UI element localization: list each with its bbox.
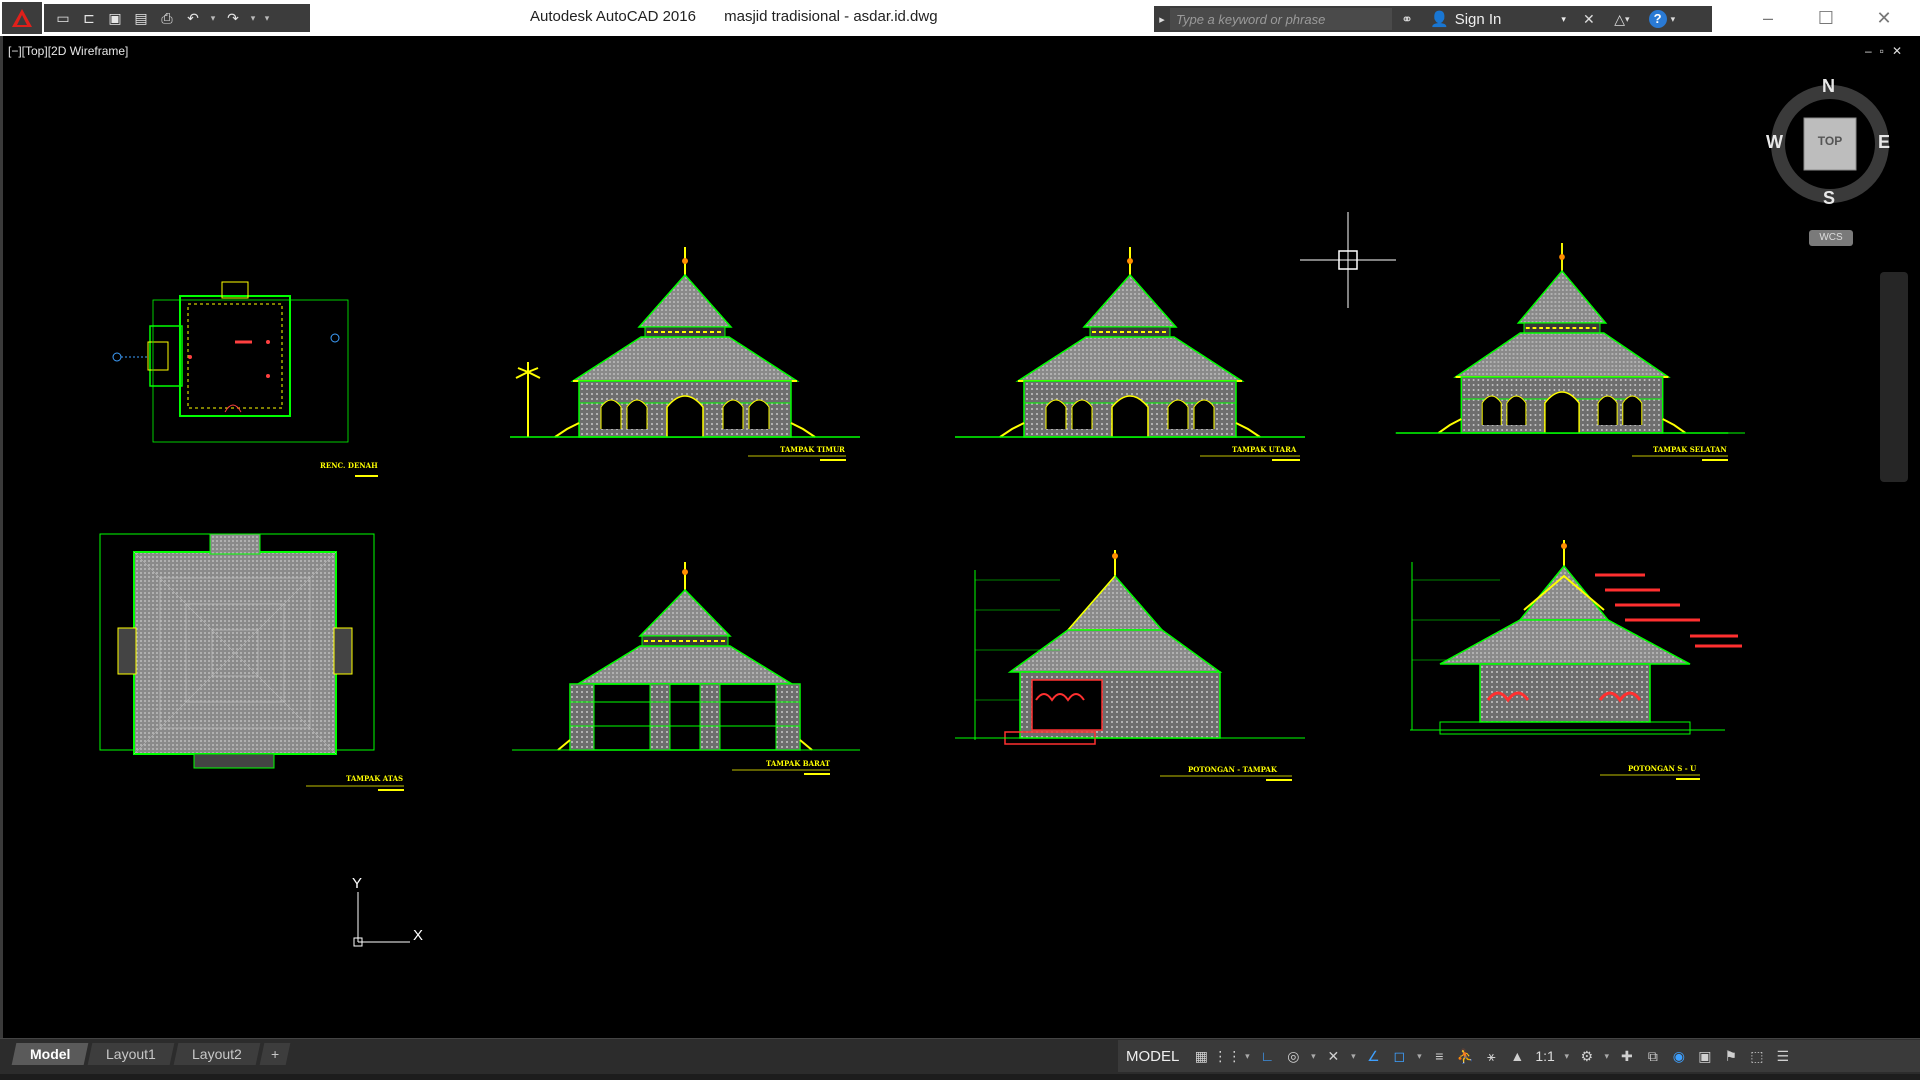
customize-qat-icon[interactable]: ▾ (262, 13, 272, 24)
navigation-bar[interactable] (1880, 272, 1908, 482)
help-icon: ? (1648, 10, 1667, 28)
status-toolbar: MODEL ▦ ⋮⋮ ▾ ∟ ◎ ▾ ✕ ▾ ∠ ◻ ▾ ≡ ⛹ ⚹ ▲ 1:1… (1118, 1040, 1920, 1072)
minimize-button[interactable]: – (1746, 6, 1790, 30)
ucs-x-label: X (413, 927, 423, 944)
annotation-monitor-icon[interactable]: ✚ (1615, 1043, 1639, 1069)
redo-icon[interactable]: ↷ (222, 7, 244, 29)
new-icon[interactable]: ▭ (52, 7, 74, 29)
lineweight-icon[interactable]: ≡ (1427, 1043, 1451, 1069)
roof-plan[interactable]: TAMPAK ATAS (99, 533, 404, 791)
expand-search-icon[interactable]: ▸ (1154, 13, 1170, 26)
tab-layout1[interactable]: Layout1 (88, 1043, 175, 1065)
floor-plan[interactable]: RENC. DENAH (112, 281, 378, 477)
search-input[interactable] (1170, 8, 1392, 30)
section-elevation[interactable]: POTONGAN - TAMPAK (955, 550, 1305, 781)
window-title: Autodesk AutoCAD 2016 masjid tradisional… (530, 8, 962, 25)
label-south[interactable]: TAMPAK SELATAN (1653, 445, 1727, 454)
west-elevation[interactable]: TAMPAK BARAT (512, 562, 860, 775)
workspace-dropdown-icon[interactable]: ▾ (1601, 1051, 1613, 1062)
label-section2[interactable]: POTONGAN S - U (1628, 764, 1696, 773)
viewcube[interactable]: N S E W TOP (1766, 76, 1892, 209)
viewcube-west[interactable]: W (1766, 132, 1783, 153)
save-as-icon[interactable]: ▤ (130, 7, 152, 29)
open-icon[interactable]: ⊏ (78, 7, 100, 29)
label-plan[interactable]: RENC. DENAH (320, 461, 378, 470)
taskbar-strip (0, 1074, 1920, 1080)
model-space-button[interactable]: MODEL (1118, 1048, 1187, 1065)
undo-icon[interactable]: ↶ (182, 7, 204, 29)
viewcube-face-top[interactable]: TOP (1804, 134, 1856, 148)
autocad-logo-icon (12, 9, 32, 27)
label-west[interactable]: TAMPAK BARAT (766, 759, 831, 768)
crosshair-cursor (1300, 212, 1396, 308)
app-name: Autodesk AutoCAD 2016 (530, 8, 696, 25)
object-snap-dropdown-icon[interactable]: ▾ (1413, 1051, 1425, 1062)
tab-model[interactable]: Model (11, 1043, 89, 1065)
ucs-icon: Y X (352, 875, 423, 947)
osnap-tracking-dropdown-icon[interactable]: ▾ (1347, 1051, 1359, 1062)
quick-access-toolbar: ▭ ⊏ ▣ ▤ ⎙ ↶ ▾ ↷ ▾ ▾ (44, 4, 310, 32)
tab-layout2[interactable]: Layout2 (173, 1043, 261, 1065)
units-icon[interactable]: ⧉ (1641, 1043, 1665, 1069)
south-elevation[interactable]: TAMPAK SELATAN (1394, 242, 1745, 461)
redo-dropdown-icon[interactable]: ▾ (248, 13, 258, 24)
plot-icon[interactable]: ⎙ (156, 7, 178, 29)
customization-menu-icon[interactable]: ☰ (1771, 1043, 1795, 1069)
graphics-performance-icon[interactable]: ⚑ (1719, 1043, 1743, 1069)
viewcube-east[interactable]: E (1878, 132, 1890, 153)
application-menu-button[interactable] (2, 2, 42, 34)
polar-tracking-icon[interactable]: ◎ (1281, 1043, 1305, 1069)
add-layout-button[interactable]: + (259, 1043, 291, 1065)
undo-dropdown-icon[interactable]: ▾ (208, 13, 218, 24)
cad-drawing[interactable]: RENC. DENAH TAMPAK TIMUR TAMPAK UTARA TA… (0, 36, 1920, 1038)
annotation-visibility-icon[interactable]: ⛹ (1453, 1043, 1477, 1069)
label-north[interactable]: TAMPAK UTARA (1232, 445, 1297, 454)
layout-tabs: Model Layout1 Layout2 + (11, 1043, 291, 1065)
snap-icon[interactable]: ⋮⋮ (1213, 1043, 1241, 1069)
auto-scale-icon[interactable]: ⚹ (1479, 1043, 1503, 1069)
connect-icon[interactable]: △ ▾ (1604, 7, 1640, 31)
clean-screen-icon[interactable]: ⬚ (1745, 1043, 1769, 1069)
object-snap-icon[interactable]: ◻ (1387, 1043, 1411, 1069)
snap-dropdown-icon[interactable]: ▾ (1241, 1051, 1253, 1062)
east-elevation[interactable]: TAMPAK TIMUR (509, 246, 861, 461)
label-east[interactable]: TAMPAK TIMUR (780, 445, 845, 454)
label-section1[interactable]: POTONGAN - TAMPAK (1188, 765, 1278, 774)
section-s-u[interactable]: POTONGAN S - U (1410, 540, 1742, 780)
isodraft-icon[interactable]: ∠ (1361, 1043, 1385, 1069)
ortho-icon[interactable]: ∟ (1255, 1043, 1279, 1069)
exchange-icon[interactable]: ✕ (1574, 7, 1604, 31)
annotation-scale-icon[interactable]: ▲ (1505, 1043, 1529, 1069)
title-bar: ▭ ⊏ ▣ ▤ ⎙ ↶ ▾ ↷ ▾ ▾ Autodesk AutoCAD 201… (0, 0, 1920, 37)
ucs-y-label: Y (352, 875, 362, 892)
help-button[interactable]: ? ▾ (1640, 7, 1684, 31)
user-icon: 👤 (1430, 11, 1449, 28)
isolate-objects-icon[interactable]: ▣ (1693, 1043, 1717, 1069)
north-elevation[interactable]: TAMPAK UTARA (954, 246, 1306, 461)
annotation-scale-value[interactable]: 1:1 (1531, 1048, 1558, 1064)
binoculars-icon[interactable]: ⚭ (1392, 7, 1422, 31)
sign-in-dropdown-icon: ▾ (1561, 13, 1566, 24)
maximize-button[interactable]: ☐ (1804, 6, 1848, 30)
viewcube-north[interactable]: N (1822, 76, 1835, 97)
grid-icon[interactable]: ▦ (1189, 1043, 1213, 1069)
sign-in-button[interactable]: 👤 Sign In ▾ (1422, 10, 1574, 29)
save-icon[interactable]: ▣ (104, 7, 126, 29)
viewcube-south[interactable]: S (1823, 188, 1835, 209)
ucs-menu-button[interactable]: WCS (1809, 230, 1853, 246)
object-snap-tracking-icon[interactable]: ✕ (1321, 1043, 1345, 1069)
close-button[interactable]: ✕ (1862, 6, 1906, 30)
label-top[interactable]: TAMPAK ATAS (346, 774, 403, 783)
hardware-acceleration-icon[interactable]: ◉ (1667, 1043, 1691, 1069)
infocenter-toolbar: ▸ ⚭ 👤 Sign In ▾ ✕ △▾ ? ▾ (1154, 6, 1712, 32)
file-name: masjid tradisional - asdar.id.dwg (724, 8, 938, 25)
polar-dropdown-icon[interactable]: ▾ (1307, 1051, 1319, 1062)
scale-dropdown-icon[interactable]: ▾ (1561, 1051, 1573, 1062)
sign-in-label: Sign In (1454, 10, 1502, 28)
workspace-gear-icon[interactable]: ⚙ (1575, 1043, 1599, 1069)
